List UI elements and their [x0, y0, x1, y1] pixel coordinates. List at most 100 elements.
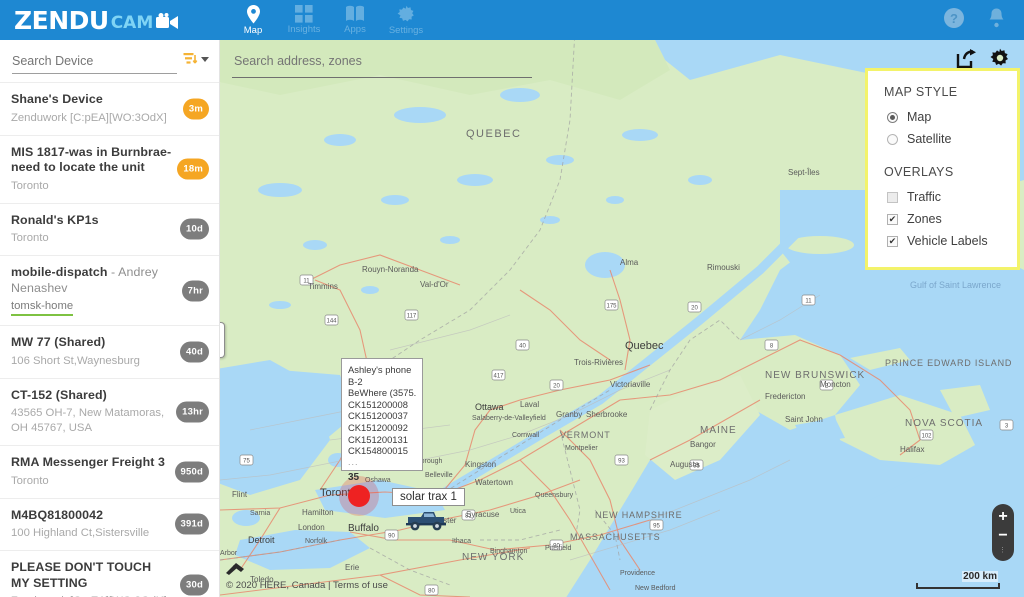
device-zone-link[interactable]: tomsk-home [11, 299, 74, 316]
brand-logo-cam: CAM [110, 13, 154, 33]
svg-text:90: 90 [553, 544, 560, 550]
here-logo [224, 562, 258, 581]
app-root: ZENDU CAM Map Insights Apps Settings ? S… [0, 0, 1024, 597]
device-subtitle: 106 Short St,Waynesburg [11, 354, 140, 367]
device-search-row [0, 40, 219, 82]
svg-text:20: 20 [691, 306, 698, 312]
filter-sort-icon [183, 52, 198, 64]
device-subtitle: Toronto [11, 179, 49, 192]
cluster-item: CK151200092 [348, 421, 408, 433]
cluster-marker[interactable] [348, 485, 370, 507]
radio-satellite-icon [887, 133, 898, 145]
list-item[interactable]: CT-152 (Shared) 43565 OH-7, New Matamora… [0, 377, 219, 445]
cluster-item: CK151200008 [348, 398, 408, 410]
map-zoom-controls: + − ⋮ [992, 504, 1014, 561]
device-name: RMA Messenger Freight 3 [11, 455, 166, 469]
device-name: M4BQ81800042 [11, 507, 104, 522]
status-badge: 7hr [181, 280, 209, 301]
list-item[interactable]: M4BQ81800042 100 Highland Ct,Sistersvill… [0, 497, 219, 550]
svg-text:90: 90 [388, 534, 395, 540]
open-book-icon [346, 5, 364, 21]
list-item[interactable]: Shane's Device Zenduwork [C:pEA][WO:3OdX… [0, 82, 219, 135]
status-badge: 18m [177, 158, 209, 180]
svg-text:75: 75 [243, 459, 250, 465]
cluster-item: BeWhere (3575... [348, 387, 416, 399]
list-item[interactable]: MIS 1817-was in Burnbrae-need to locate … [0, 134, 219, 203]
nav-item-apps[interactable]: Apps [330, 0, 380, 40]
scale-bar-line: 200 km [916, 571, 1000, 589]
map-pin-icon [246, 4, 260, 23]
radio-option-map[interactable]: Map [884, 107, 1003, 127]
map-attribution: © 2020 HERE, Canada | Terms of use [226, 580, 388, 591]
status-badge: 40d [180, 341, 209, 363]
svg-text:95: 95 [693, 464, 700, 470]
svg-text:40: 40 [519, 344, 526, 350]
radio-map-label: Map [907, 110, 932, 124]
sidebar-collapse-handle[interactable]: ‹ [220, 322, 225, 358]
status-badge: 3m [182, 98, 209, 120]
brand-logo[interactable]: ZENDU CAM [0, 0, 220, 40]
checkbox-option-traffic[interactable]: Traffic [884, 187, 1003, 207]
device-subtitle: 100 Highland Ct,Sistersville [11, 527, 150, 539]
video-camera-icon [156, 12, 180, 34]
chevron-down-icon [201, 56, 209, 62]
search-underline [12, 73, 177, 74]
vehicle-label[interactable]: solar trax 1 [392, 488, 465, 506]
checkbox-option-zones[interactable]: ✔ Zones [884, 209, 1003, 229]
checkbox-traffic-icon [887, 191, 898, 203]
zoom-slider-dots[interactable]: ⋮ [999, 546, 1007, 554]
cluster-item: CK151200037 [348, 410, 408, 422]
cluster-item: Ashley's phone [348, 364, 412, 375]
status-badge: 950d [174, 461, 209, 483]
map-style-panel: MAP STYLE Map Satellite OVERLAYS Traffic… [865, 68, 1020, 270]
nav-item-insights[interactable]: Insights [279, 0, 329, 40]
list-item[interactable]: PLEASE DON'T TOUCH MY SETTING Zenduwork … [0, 550, 219, 597]
nav-item-settings[interactable]: Settings [381, 0, 431, 40]
help-circle-icon[interactable]: ? [943, 7, 965, 34]
svg-text:11: 11 [303, 279, 310, 285]
bell-icon[interactable] [987, 7, 1006, 33]
list-item[interactable]: RMA Messenger Freight 3 Toronto 950d [0, 445, 219, 498]
checkbox-vehicle-labels-label: Vehicle Labels [907, 234, 988, 248]
search-device-input[interactable] [12, 54, 183, 68]
share-export-icon[interactable] [956, 48, 976, 73]
checkbox-zones-label: Zones [907, 212, 942, 226]
list-item[interactable]: mobile-dispatch - Andrey Nenashev tomsk-… [0, 255, 219, 325]
checkbox-option-vehicle-labels[interactable]: ✔ Vehicle Labels [884, 231, 1003, 251]
svg-text:417: 417 [493, 374, 504, 380]
address-search-input[interactable] [232, 54, 532, 68]
status-badge: 10d [180, 218, 209, 240]
address-search [232, 52, 532, 78]
zoom-in-button[interactable]: + [992, 507, 1014, 526]
cluster-item: CK154800015 [348, 445, 408, 457]
cluster-more-indicator: ... [348, 456, 359, 467]
list-item[interactable]: Ronald's KP1s Toronto 10d [0, 202, 219, 255]
zoom-out-button[interactable]: − [992, 526, 1014, 545]
filter-sort-button[interactable] [183, 52, 209, 67]
overlays-heading: OVERLAYS [884, 165, 954, 179]
device-name: CT-152 (Shared) [11, 387, 107, 402]
nav-item-map[interactable]: Map [228, 0, 278, 40]
attribution-text[interactable]: © 2020 HERE, Canada | Terms of use [226, 580, 388, 591]
gear-icon[interactable] [990, 48, 1010, 73]
top-navigation-bar: ZENDU CAM Map Insights Apps Settings ? [0, 0, 1024, 40]
top-right-actions: ? [943, 0, 1024, 40]
pickup-truck-icon[interactable] [404, 508, 448, 537]
map-action-icons [956, 48, 1010, 73]
svg-text:81: 81 [465, 514, 472, 520]
brand-logo-zendu: ZENDU [14, 5, 109, 35]
svg-text:175: 175 [606, 304, 617, 310]
radio-satellite-label: Satellite [907, 132, 952, 146]
address-search-underline [232, 77, 532, 78]
radio-option-satellite[interactable]: Satellite [884, 129, 1003, 149]
map-area[interactable]: 11 117 175 40 20 11 417 20 2 8 102 95 81… [220, 40, 1024, 597]
cluster-tooltip[interactable]: Ashley's phone B-2 BeWhere (3575... CK15… [341, 358, 423, 471]
svg-text:102: 102 [921, 434, 932, 440]
device-list[interactable]: Shane's Device Zenduwork [C:pEA][WO:3OdX… [0, 82, 219, 597]
device-name: Ronald's KP1s [11, 212, 99, 227]
status-badge: 391d [174, 513, 209, 535]
list-item[interactable]: MW 77 (Shared) 106 Short St,Waynesburg 4… [0, 325, 219, 378]
checkbox-vehicle-labels-icon: ✔ [887, 235, 898, 247]
device-subtitle: Toronto [11, 474, 49, 487]
gear-icon [397, 5, 414, 21]
